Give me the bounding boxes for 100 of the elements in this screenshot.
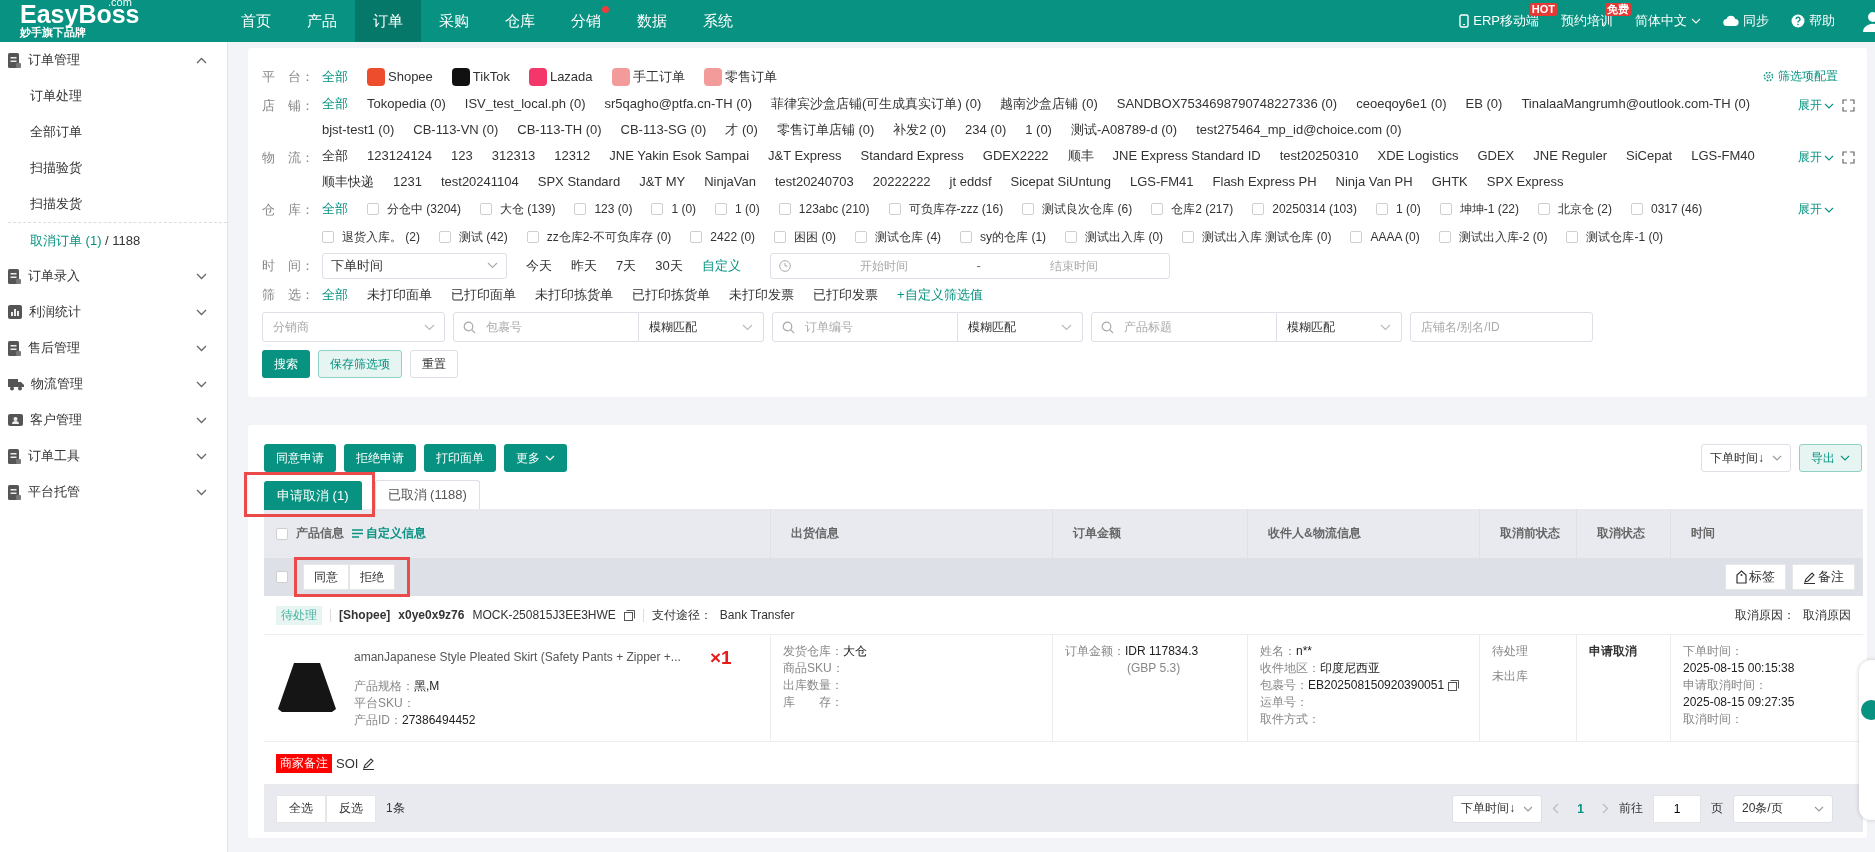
nav-tab[interactable]: 首页 — [223, 0, 289, 42]
action-button[interactable]: 拒绝申请 — [344, 444, 416, 472]
end-time-input[interactable]: 结束时间 — [986, 257, 1161, 274]
filter-option[interactable]: 123 — [451, 143, 473, 169]
filter-option[interactable]: NinjaVan — [704, 169, 756, 195]
filter-option[interactable]: 未打印面单 — [367, 281, 432, 308]
checkbox[interactable] — [651, 203, 664, 215]
checkbox[interactable] — [276, 527, 288, 540]
warehouse-option[interactable]: 坤坤-1 (22) — [1439, 195, 1519, 223]
filter-option[interactable]: ISV_test_local.ph (0) — [464, 91, 586, 117]
warehouse-option[interactable]: 123 (0) — [574, 195, 633, 223]
sidebar-item[interactable]: 扫描发货 — [8, 186, 227, 222]
product-title[interactable]: amanJapanese Style Pleated Skirt (Safety Pants + Zipper +... — [354, 649, 684, 666]
checkbox[interactable] — [855, 231, 868, 243]
frame-corners-icon[interactable] — [1842, 151, 1855, 164]
filter-option[interactable]: 全部 — [322, 196, 348, 222]
filter-option[interactable]: J&T Express — [768, 143, 842, 169]
filter-option[interactable]: test20241104 — [440, 169, 519, 195]
warehouse-option[interactable]: 分仓中 (3204) — [367, 195, 462, 223]
filter-option[interactable]: 1 (0) — [1025, 117, 1052, 143]
row-tool-button[interactable]: 标签 — [1725, 564, 1786, 590]
checkbox[interactable] — [1631, 203, 1643, 215]
filter-option[interactable]: Flash Express PH — [1212, 169, 1317, 195]
filter-option[interactable]: 测试-A08789-d (0) — [1070, 117, 1178, 143]
date-range-field[interactable]: 开始时间 - 结束时间 — [769, 252, 1170, 279]
user-icon[interactable] — [1861, 10, 1875, 32]
checkbox[interactable] — [1252, 203, 1265, 215]
frame-corners-icon[interactable] — [1842, 99, 1855, 112]
search-field[interactable]: 产品标题 — [1091, 312, 1277, 342]
search-field[interactable]: 包裹号 — [453, 312, 639, 342]
warehouse-option[interactable]: 2422 (0) — [690, 223, 756, 251]
filter-option[interactable]: 234 (0) — [965, 117, 1007, 143]
filter-option[interactable]: SiCepat — [1626, 143, 1673, 169]
selection-button[interactable]: 反选 — [326, 794, 376, 823]
warehouse-option[interactable]: 困困 (0) — [774, 223, 837, 251]
filter-option[interactable]: SPX Express — [1486, 169, 1564, 195]
filter-option[interactable]: 菲律宾沙盒店铺(可生成真实订单) (0) — [771, 91, 982, 117]
checkbox[interactable] — [888, 203, 901, 215]
checkbox[interactable] — [1022, 203, 1035, 215]
sidebar-group[interactable]: 平台托管 — [0, 474, 227, 510]
filter-option[interactable]: 全部 — [322, 63, 348, 90]
filter-button[interactable]: 重置 — [410, 350, 458, 378]
pencil-icon[interactable] — [362, 756, 376, 770]
warehouse-option[interactable]: 仓库2 (217) — [1151, 195, 1234, 223]
time-type-select[interactable]: 下单时间 — [322, 252, 507, 279]
header-link[interactable]: 同步 — [1723, 12, 1769, 30]
row-tool-button[interactable]: 备注 — [1792, 564, 1855, 590]
copy-icon[interactable] — [623, 609, 635, 621]
filter-settings-link[interactable]: 筛选项配置 — [1763, 68, 1838, 85]
expand-link[interactable]: 展开 — [1798, 97, 1834, 114]
filter-option[interactable]: LGS-FM41 — [1129, 169, 1194, 195]
checkbox[interactable] — [1151, 203, 1164, 215]
warehouse-option[interactable]: zz仓库2-不可负库存 (0) — [526, 223, 672, 251]
assistant-icon[interactable] — [1861, 700, 1875, 720]
filter-option[interactable]: 补发2 (0) — [893, 117, 946, 143]
shop-name-field[interactable]: 店铺名/别名/ID — [1410, 312, 1593, 342]
checkbox[interactable] — [367, 203, 379, 215]
warehouse-option[interactable]: 1 (0) — [715, 195, 760, 223]
sort-select[interactable]: 下单时间↓ — [1701, 444, 1791, 472]
checkbox[interactable] — [322, 231, 334, 243]
filter-option[interactable]: JNE Express Standard ID — [1112, 143, 1261, 169]
row-action-button[interactable]: 拒绝 — [349, 564, 395, 590]
export-button[interactable]: 导出 — [1799, 444, 1862, 472]
filter-option[interactable]: test20240703 — [774, 169, 854, 195]
nav-tab[interactable]: 分销 — [553, 0, 619, 42]
time-option[interactable]: 昨天 — [571, 252, 597, 279]
action-button[interactable]: 更多 — [504, 444, 567, 472]
filter-option[interactable]: ceoeqoy6e1 (0) — [1356, 91, 1447, 117]
platform-option[interactable]: 手工订单 — [611, 63, 685, 90]
nav-tab[interactable]: 产品 — [289, 0, 355, 42]
filter-button[interactable]: 搜索 — [262, 350, 310, 378]
checkbox[interactable] — [276, 571, 288, 583]
match-mode-select[interactable]: 模糊匹配 — [639, 312, 764, 342]
filter-option[interactable]: 已打印面单 — [451, 281, 516, 308]
match-mode-select[interactable]: 模糊匹配 — [958, 312, 1083, 342]
filter-option[interactable]: LGS-FM40 — [1691, 143, 1755, 169]
time-option[interactable]: 30天 — [655, 252, 683, 279]
filter-option[interactable]: Tokopedia (0) — [367, 91, 446, 117]
sidebar-group[interactable]: 物流管理 — [0, 366, 227, 402]
warehouse-option[interactable]: 测试出入库 测试仓库 (0) — [1182, 223, 1332, 251]
nav-tab[interactable]: 仓库 — [487, 0, 553, 42]
filter-option[interactable]: bjst-test1 (0) — [322, 117, 395, 143]
filter-option[interactable]: 越南沙盒店铺 (0) — [1000, 91, 1098, 117]
row-action-button[interactable]: 同意 — [303, 564, 349, 590]
filter-option[interactable]: 12312 — [554, 143, 591, 169]
filter-option[interactable]: J&T MY — [639, 169, 686, 195]
warehouse-option[interactable]: 北京仓 (2) — [1538, 195, 1612, 223]
filter-option[interactable]: 20222222 — [872, 169, 931, 195]
filter-option[interactable]: CB-113-VN (0) — [413, 117, 499, 143]
sidebar-item[interactable]: 全部订单 — [8, 114, 227, 150]
filter-option[interactable]: 才 (0) — [725, 117, 758, 143]
nav-tab[interactable]: 数据 — [619, 0, 685, 42]
warehouse-option[interactable]: 测试 (42) — [439, 223, 508, 251]
selection-button[interactable]: 全选 — [276, 794, 326, 823]
status-tab[interactable]: 已取消 (1188) — [374, 480, 480, 509]
expand-link[interactable]: 展开 — [1798, 201, 1834, 218]
checkbox[interactable] — [1566, 231, 1579, 243]
filter-option[interactable]: JNE Yakin Esok Sampai — [609, 143, 750, 169]
checkbox[interactable] — [1439, 203, 1452, 215]
action-button[interactable]: 打印面单 — [424, 444, 496, 472]
